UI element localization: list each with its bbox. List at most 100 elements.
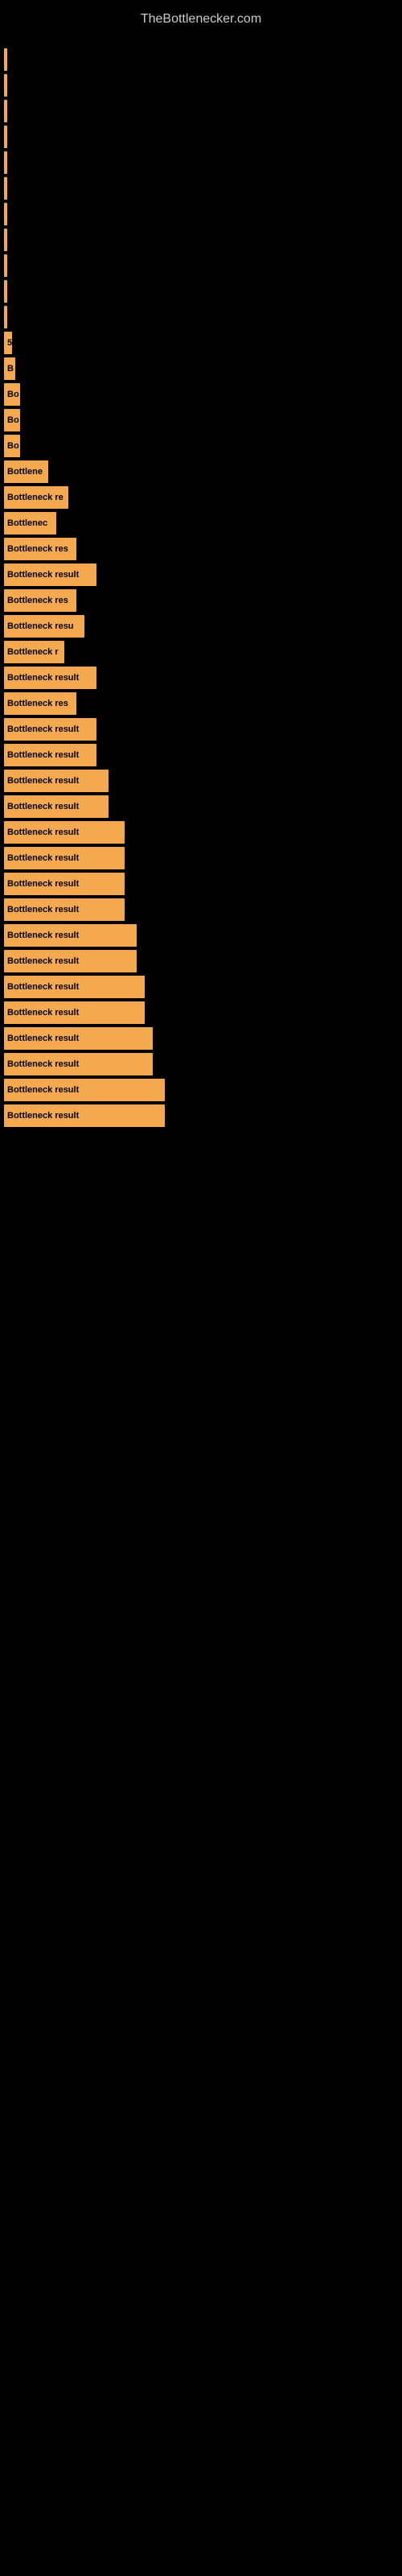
bar-item (4, 74, 7, 97)
bar-label: Bottleneck result (7, 724, 79, 734)
bar-row (4, 100, 398, 122)
bar-item: Bottlenec (4, 512, 56, 535)
bar-item: Bottleneck result (4, 924, 137, 947)
bar-row (4, 151, 398, 174)
bar-row: Bottleneck result (4, 1001, 398, 1024)
bar-row: Bottleneck result (4, 564, 398, 586)
bar-row: Bottleneck res (4, 692, 398, 715)
bar-label: Bottlenec (7, 518, 47, 528)
bar-item: 5 (4, 332, 12, 354)
bars-container: 5 B Bo Bo Bo Bottlene Bottleneck re Bottlenec Bo… (0, 48, 402, 1130)
bar-label: Bottleneck result (7, 982, 79, 992)
bar-label: Bottleneck res (7, 699, 68, 708)
bar-item: Bottleneck result (4, 770, 109, 792)
bar-row: Bottleneck result (4, 950, 398, 972)
bar-label: Bottleneck result (7, 931, 79, 940)
bar-item: Bo (4, 383, 20, 406)
bar-label: Bottlene (7, 467, 43, 477)
bar-item (4, 100, 7, 122)
bar-item: Bottleneck result (4, 718, 96, 741)
bar-row: Bottleneck r (4, 641, 398, 663)
bar-item: Bottleneck resu (4, 615, 84, 638)
bar-row (4, 229, 398, 251)
bar-item: Bottleneck result (4, 1053, 153, 1075)
bar-label: Bottleneck r (7, 647, 59, 657)
bar-row: 5 (4, 332, 398, 354)
bar-row: Bottleneck resu (4, 615, 398, 638)
bar-label: Bottleneck result (7, 1085, 79, 1095)
bar-item (4, 254, 7, 277)
bar-item: Bottleneck result (4, 1001, 145, 1024)
bar-item (4, 280, 7, 303)
bar-item (4, 177, 7, 200)
bar-label: Bottleneck res (7, 544, 68, 554)
bar-item: Bottleneck r (4, 641, 64, 663)
bar-row: Bottleneck re (4, 486, 398, 509)
bar-item: B (4, 357, 15, 380)
bar-item (4, 203, 7, 225)
bar-row (4, 48, 398, 71)
bar-label: Bottleneck re (7, 493, 64, 502)
bar-item: Bottleneck result (4, 667, 96, 689)
bar-row (4, 74, 398, 97)
bar-row: B (4, 357, 398, 380)
bar-item: Bottleneck result (4, 950, 137, 972)
bar-row: Bottleneck result (4, 795, 398, 818)
bar-item: Bottleneck result (4, 564, 96, 586)
bar-row: Bottleneck result (4, 744, 398, 766)
bar-item: Bottleneck result (4, 744, 96, 766)
bar-label: Bottleneck result (7, 905, 79, 914)
bar-item (4, 306, 7, 328)
bar-row: Bottleneck result (4, 924, 398, 947)
bar-row: Bottleneck result (4, 770, 398, 792)
bar-item: Bottleneck res (4, 692, 76, 715)
bar-row: Bottleneck result (4, 667, 398, 689)
bar-label: Bottleneck result (7, 879, 79, 889)
bar-row (4, 254, 398, 277)
bar-row: Bottlene (4, 460, 398, 483)
bar-label: Bo (7, 390, 19, 399)
bar-item (4, 48, 7, 71)
bar-row: Bottleneck result (4, 1104, 398, 1127)
bar-row: Bottleneck result (4, 898, 398, 921)
bar-label: Bo (7, 441, 19, 451)
bar-item: Bottleneck result (4, 898, 125, 921)
bar-row: Bottleneck result (4, 821, 398, 844)
bar-label: Bottleneck result (7, 750, 79, 760)
bar-row (4, 126, 398, 148)
bar-row (4, 177, 398, 200)
bar-item (4, 126, 7, 148)
bar-item: Bottleneck result (4, 873, 125, 895)
bar-row: Bottleneck res (4, 589, 398, 612)
bar-label: Bottleneck res (7, 596, 68, 605)
bar-row: Bottleneck result (4, 1079, 398, 1101)
bar-label: Bottleneck result (7, 1059, 79, 1069)
bar-label: 5 (7, 338, 12, 348)
site-title: TheBottlenecker.com (0, 4, 402, 35)
bar-item: Bottleneck res (4, 589, 76, 612)
bar-row: Bottleneck result (4, 718, 398, 741)
bar-item: Bo (4, 435, 20, 457)
bar-label: Bottleneck result (7, 956, 79, 966)
bar-label: Bottleneck result (7, 1111, 79, 1121)
bar-item: Bottleneck result (4, 1027, 153, 1050)
bar-row (4, 306, 398, 328)
bar-label: Bottleneck result (7, 853, 79, 863)
bar-item: Bo (4, 409, 20, 431)
bar-row: Bottleneck result (4, 1053, 398, 1075)
bar-row: Bottleneck result (4, 847, 398, 869)
bar-row: Bottleneck result (4, 976, 398, 998)
bar-row: Bottleneck result (4, 873, 398, 895)
bar-label: Bottleneck result (7, 828, 79, 837)
bar-row: Bottlenec (4, 512, 398, 535)
bar-row: Bottleneck res (4, 538, 398, 560)
bar-row: Bottleneck result (4, 1027, 398, 1050)
bar-label: Bottleneck result (7, 802, 79, 811)
bar-item: Bottleneck res (4, 538, 76, 560)
bar-row: Bo (4, 409, 398, 431)
bar-row (4, 280, 398, 303)
bar-label: Bottleneck result (7, 1034, 79, 1043)
bar-label: B (7, 364, 14, 374)
bar-label: Bottleneck resu (7, 621, 74, 631)
bar-label: Bo (7, 415, 19, 425)
